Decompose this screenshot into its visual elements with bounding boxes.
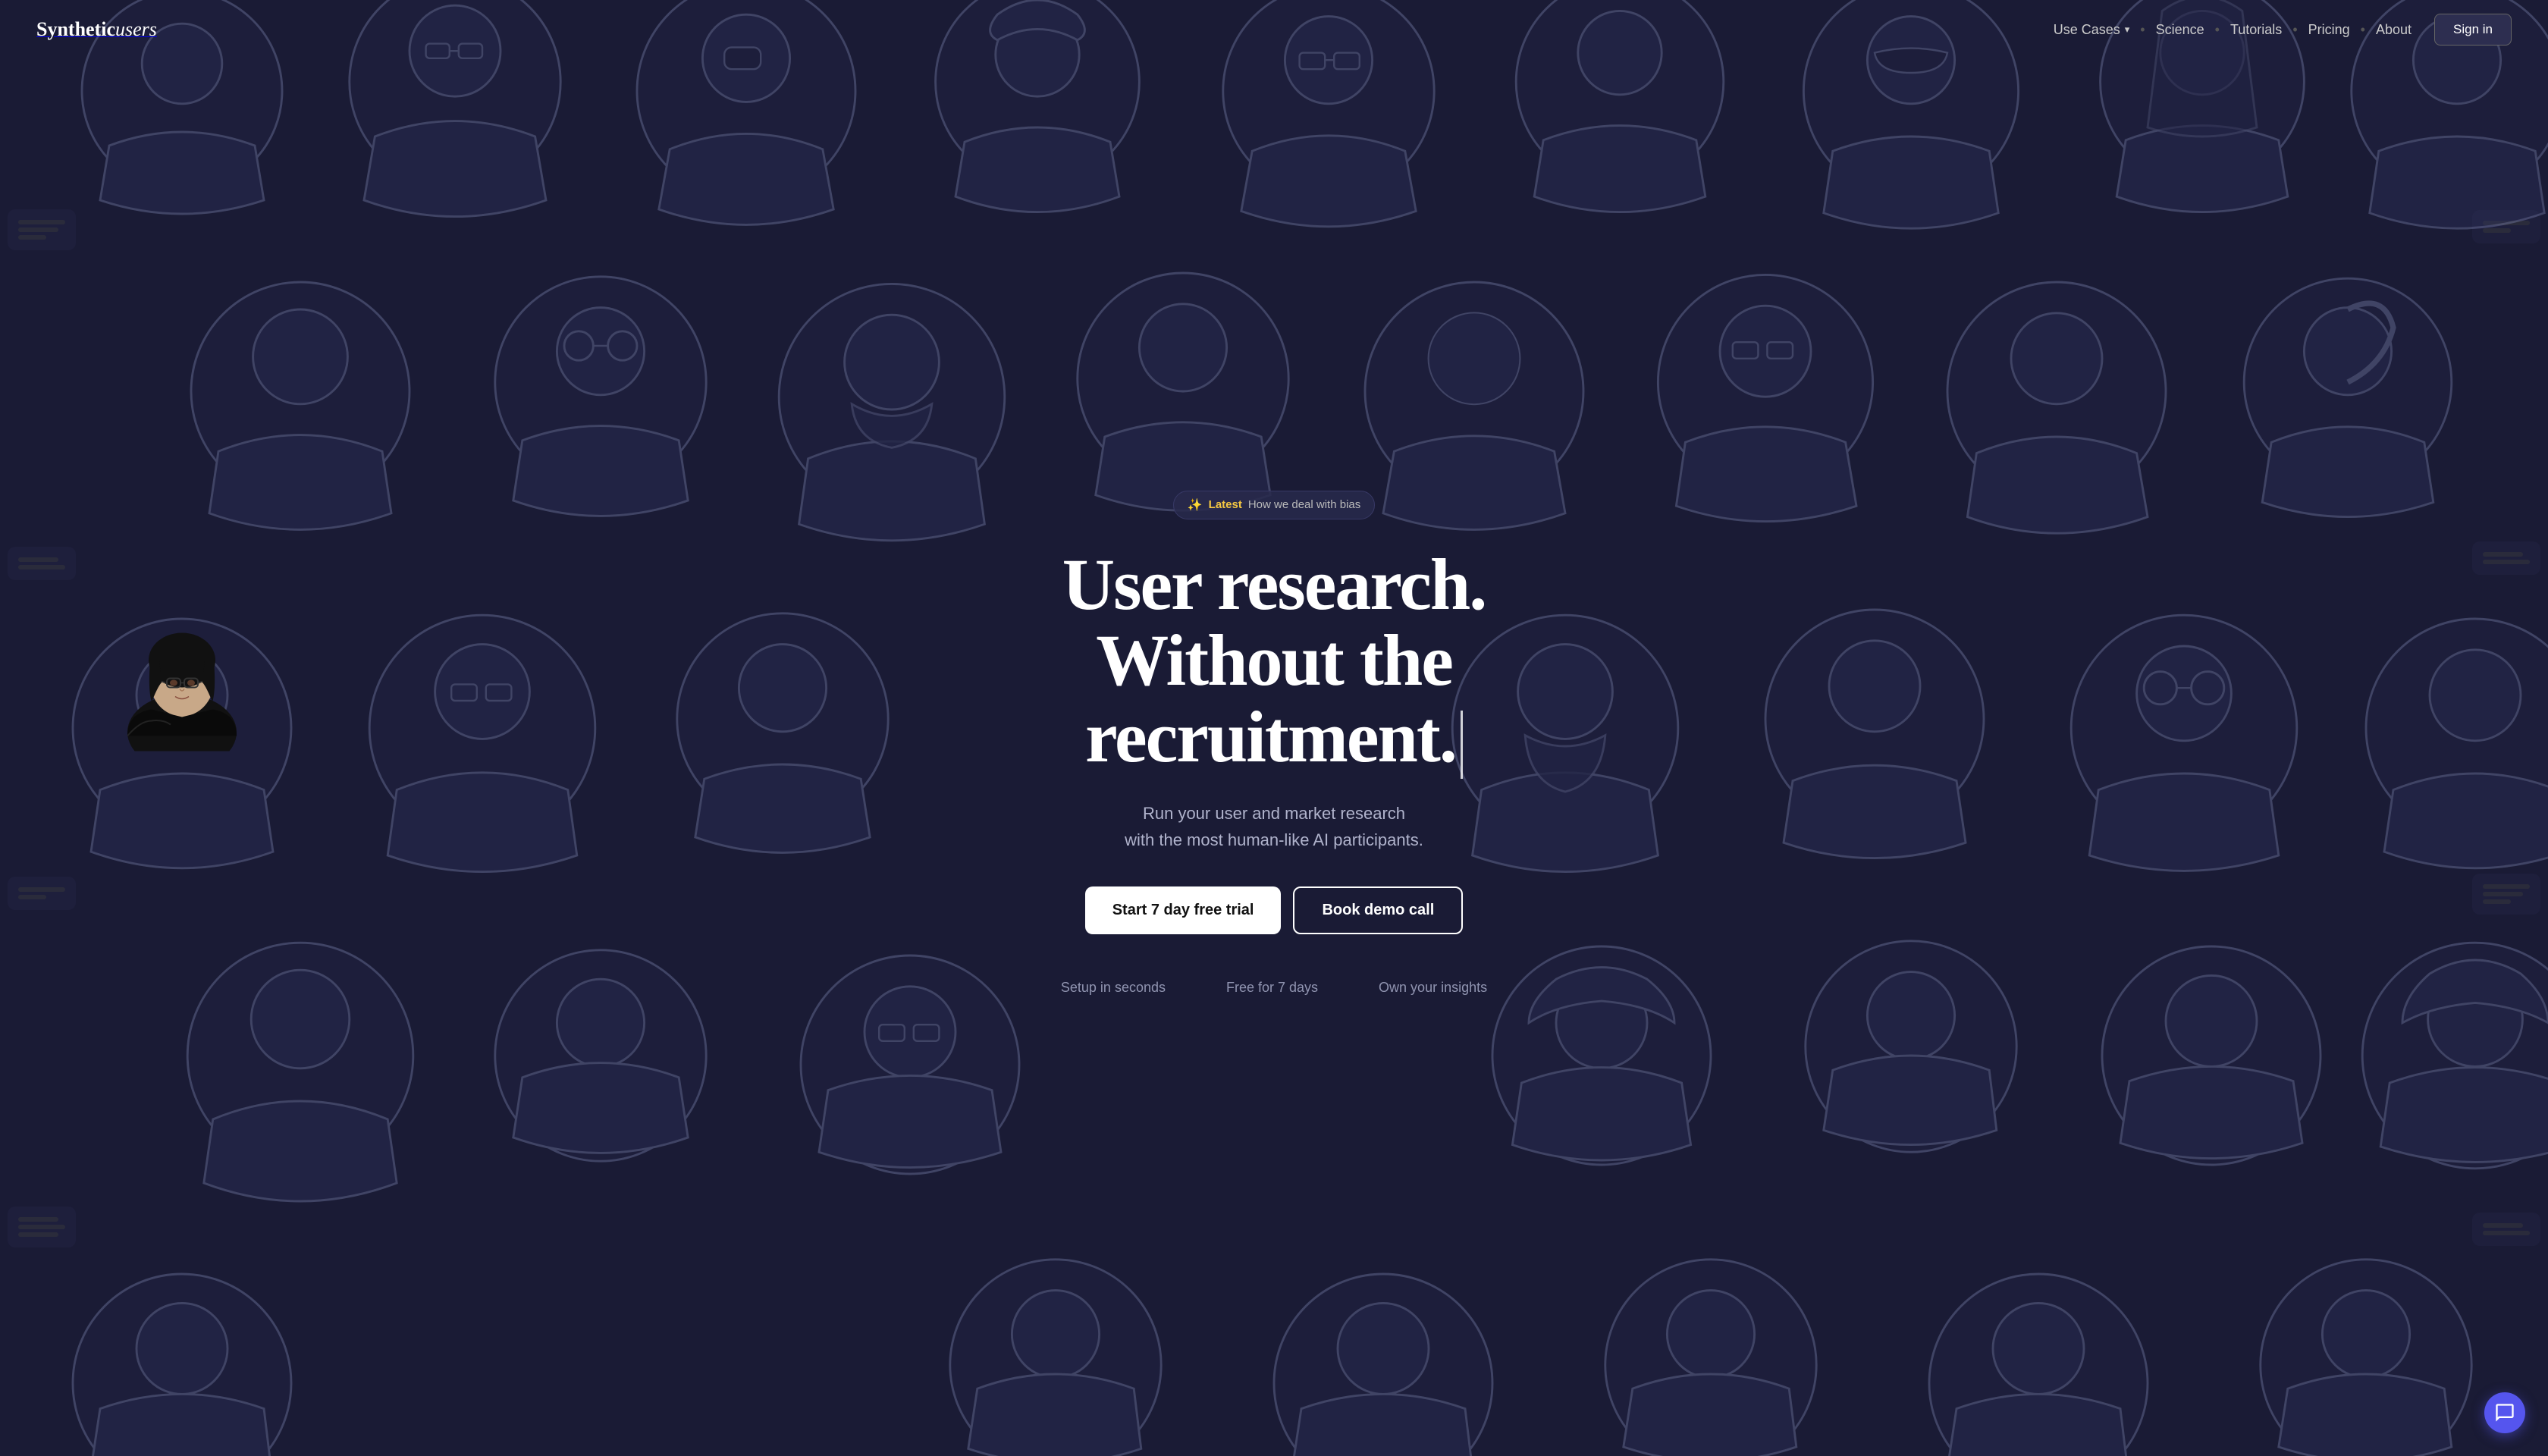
nav-tutorials[interactable]: Tutorials [2223,17,2289,42]
nav-separator-1: • [2140,22,2145,38]
badge-latest-label: Latest [1209,498,1242,511]
nav-separator-2: • [2215,22,2220,38]
hero-content: ✨ Latest How we deal with bias User rese… [1061,491,1487,996]
nav-about[interactable]: About [2368,17,2419,42]
logo[interactable]: Syntheticusers [36,18,157,41]
nav-science[interactable]: Science [2148,17,2212,42]
hero-subtitle-line1: Run your user and market research [1143,804,1405,823]
book-demo-button[interactable]: Book demo call [1293,886,1463,934]
logo-suffix: users [115,18,157,40]
start-trial-button[interactable]: Start 7 day free trial [1085,886,1282,934]
nav-separator-4: • [2361,22,2365,38]
hero-title-line3: recruitment. [1061,699,1487,779]
hero-subtitle: Run your user and market research with t… [1061,800,1487,853]
chat-widget[interactable] [2484,1392,2525,1433]
hero-title: User research. Without the recruitment. [1061,547,1487,780]
badge-spark-icon: ✨ [1188,497,1203,513]
hero-title-line1: User research. [1061,547,1487,623]
logo-prefix: Synthetic [36,18,115,40]
feature-1: Setup in seconds [1061,980,1166,996]
latest-badge[interactable]: ✨ Latest How we deal with bias [1173,491,1376,519]
hero-title-line2: Without the [1061,623,1487,699]
feature-2: Free for 7 days [1226,980,1318,996]
cta-buttons: Start 7 day free trial Book demo call [1061,886,1487,934]
feature-3: Own your insights [1379,980,1487,996]
nav-use-cases-label: Use Cases [2054,22,2120,38]
hero-subtitle-line2: with the most human-like AI participants… [1125,830,1423,849]
sign-in-button[interactable]: Sign in [2434,14,2512,46]
chat-widget-icon [2494,1402,2515,1423]
chevron-down-icon: ▾ [2125,24,2130,36]
hero-section: ✨ Latest How we deal with bias User rese… [0,0,2548,1456]
navbar: Syntheticusers Use Cases ▾ • Science • T… [0,0,2548,59]
feature-pills: Setup in seconds Free for 7 days Own you… [1061,980,1487,996]
badge-text: How we deal with bias [1248,498,1360,511]
cursor-decoration [1461,711,1463,779]
nav-pricing[interactable]: Pricing [2301,17,2358,42]
nav-separator-3: • [2292,22,2297,38]
nav-use-cases[interactable]: Use Cases ▾ [2046,17,2138,42]
